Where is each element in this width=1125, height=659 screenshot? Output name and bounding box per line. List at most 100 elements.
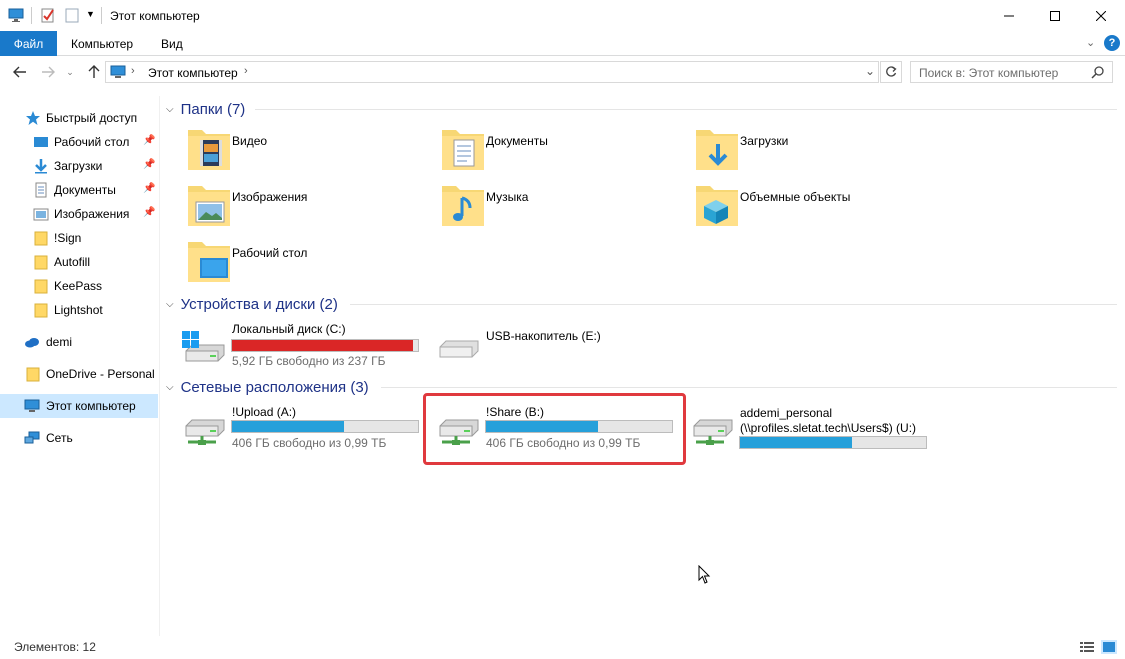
tab-view[interactable]: Вид bbox=[161, 31, 183, 56]
sidebar-item-label: KeePass bbox=[54, 279, 103, 293]
group-header-folders[interactable]: ⌵ Папки (7) bbox=[166, 99, 245, 119]
pin-icon[interactable]: 📌 bbox=[143, 207, 155, 218]
maximize-button[interactable] bbox=[1032, 0, 1078, 31]
drive-usage-bar bbox=[231, 420, 419, 433]
new-folder-icon[interactable] bbox=[64, 7, 80, 23]
sidebar-item-label: demi bbox=[46, 335, 73, 349]
sidebar-item-label: Lightshot bbox=[54, 303, 103, 317]
refresh-icon bbox=[886, 66, 897, 77]
pictures-folder-icon bbox=[188, 186, 230, 226]
sidebar-item-folder[interactable]: Lightshot bbox=[0, 298, 158, 322]
address-dropdown-chevron-icon[interactable]: ⌄ bbox=[865, 64, 875, 78]
sidebar-item-folder[interactable]: KeePass bbox=[0, 274, 158, 298]
sidebar-item-label: Autofill bbox=[54, 255, 91, 269]
drive-free-space: 5,92 ГБ свободно из 237 ГБ bbox=[232, 354, 386, 368]
sidebar-item-quick-access[interactable]: Быстрый доступ bbox=[0, 106, 158, 130]
video-folder-icon bbox=[188, 130, 230, 170]
music-folder-icon bbox=[442, 186, 484, 226]
highlight-annotation bbox=[423, 393, 686, 465]
sidebar-item-pictures[interactable]: Изображения 📌 bbox=[0, 202, 158, 226]
sidebar-item-downloads[interactable]: Загрузки 📌 bbox=[0, 154, 158, 178]
separator bbox=[101, 7, 102, 24]
up-button[interactable] bbox=[84, 62, 104, 82]
close-button[interactable] bbox=[1078, 0, 1124, 31]
folder-item-pictures[interactable]: Изображения bbox=[186, 182, 426, 230]
breadcrumb[interactable]: Этот компьютер bbox=[148, 66, 238, 80]
customize-toolbar-chevron-icon[interactable]: ▼ bbox=[86, 9, 95, 19]
group-header-devices[interactable]: ⌵ Устройства и диски (2) bbox=[166, 294, 338, 314]
chevron-down-icon: ⌵ bbox=[166, 298, 174, 310]
address-bar[interactable]: › Этот компьютер › ⌄ bbox=[105, 61, 879, 83]
sidebar-item-desktop[interactable]: Рабочий стол 📌 bbox=[0, 130, 158, 154]
drive-item-e[interactable]: USB-накопитель (E:) bbox=[434, 321, 679, 369]
folder-item-downloads[interactable]: Загрузки bbox=[694, 126, 934, 174]
network-drive-icon bbox=[185, 419, 225, 445]
sidebar-item-label: Сеть bbox=[46, 431, 73, 445]
status-item-count: Элементов: 12 bbox=[14, 640, 96, 654]
pin-icon[interactable]: 📌 bbox=[143, 159, 155, 170]
group-divider bbox=[381, 387, 1117, 388]
search-input[interactable]: Поиск в: Этот компьютер bbox=[910, 61, 1113, 83]
drive-name: Локальный диск (C:) bbox=[232, 322, 346, 336]
breadcrumb-separator-icon[interactable]: › bbox=[244, 65, 248, 77]
folder-item-videos[interactable]: Видео bbox=[186, 126, 426, 174]
minimize-button[interactable] bbox=[986, 0, 1032, 31]
network-drive-item-a[interactable]: !Upload (A:) 406 ГБ свободно из 0,99 ТБ bbox=[180, 404, 425, 456]
folder-item-documents[interactable]: Документы bbox=[440, 126, 680, 174]
chevron-down-icon: ⌵ bbox=[166, 103, 174, 115]
folder-item-music[interactable]: Музыка bbox=[440, 182, 680, 230]
computer-icon bbox=[8, 8, 24, 22]
details-view-icon[interactable] bbox=[1079, 640, 1095, 654]
navigation-pane: Быстрый доступ Рабочий стол 📌 Загрузки 📌… bbox=[0, 96, 160, 636]
arrow-right-icon bbox=[42, 66, 55, 78]
forward-button[interactable] bbox=[38, 62, 58, 82]
group-header-network[interactable]: ⌵ Сетевые расположения (3) bbox=[166, 377, 369, 397]
back-button[interactable] bbox=[10, 62, 30, 82]
folder-icon bbox=[34, 255, 48, 270]
pin-icon[interactable]: 📌 bbox=[143, 135, 155, 146]
sidebar-item-network[interactable]: Сеть bbox=[0, 426, 158, 450]
group-divider bbox=[350, 304, 1117, 305]
folder-name: Рабочий стол bbox=[232, 246, 308, 260]
folder-name: Загрузки bbox=[740, 134, 789, 148]
search-placeholder: Поиск в: Этот компьютер bbox=[919, 66, 1059, 80]
search-icon[interactable] bbox=[1091, 66, 1104, 79]
sidebar-item-label: Документы bbox=[54, 183, 116, 197]
network-drive-item-u[interactable]: addemi_personal (\\profiles.sletat.tech\… bbox=[688, 404, 1118, 456]
system-drive-icon bbox=[182, 331, 225, 362]
minimize-icon bbox=[1004, 15, 1014, 16]
sidebar-item-folder[interactable]: Autofill bbox=[0, 250, 158, 274]
sidebar-item-this-pc[interactable]: Этот компьютер bbox=[0, 394, 158, 418]
window-title: Этот компьютер bbox=[110, 9, 200, 23]
drive-usage-bar bbox=[739, 436, 927, 449]
drive-name: USB-накопитель (E:) bbox=[486, 329, 601, 343]
network-icon bbox=[24, 431, 40, 444]
computer-icon bbox=[110, 65, 126, 78]
sidebar-item-onedrive[interactable]: OneDrive - Personal bbox=[0, 362, 158, 386]
sidebar-item-documents[interactable]: Документы 📌 bbox=[0, 178, 158, 202]
folder-item-3d-objects[interactable]: Объемные объекты bbox=[694, 182, 934, 230]
drive-usage-fill bbox=[232, 340, 414, 351]
refresh-button[interactable] bbox=[880, 61, 902, 83]
pin-icon[interactable]: 📌 bbox=[143, 183, 155, 194]
cloud-icon bbox=[25, 338, 39, 348]
expand-ribbon-chevron-icon[interactable]: ⌄ bbox=[1086, 36, 1095, 49]
picture-icon bbox=[33, 208, 49, 221]
properties-icon[interactable] bbox=[40, 7, 56, 23]
ribbon-tabs: Файл Компьютер Вид ⌄ ? bbox=[0, 31, 1125, 56]
recent-locations-button[interactable]: ⌄ bbox=[63, 62, 77, 82]
large-icons-view-icon[interactable] bbox=[1101, 640, 1117, 654]
chevron-down-icon: ⌄ bbox=[66, 66, 74, 77]
drive-free-space: 406 ГБ свободно из 0,99 ТБ bbox=[232, 436, 387, 450]
tab-file[interactable]: Файл bbox=[0, 31, 57, 56]
folder-item-desktop[interactable]: Рабочий стол bbox=[186, 238, 426, 286]
help-icon[interactable]: ? bbox=[1104, 35, 1120, 51]
sidebar-item-label: Быстрый доступ bbox=[46, 111, 138, 125]
maximize-icon bbox=[1050, 10, 1060, 21]
sidebar-item-demi[interactable]: demi bbox=[0, 330, 158, 354]
drive-item-c[interactable]: Локальный диск (C:) 5,92 ГБ свободно из … bbox=[180, 321, 425, 369]
title-bar: ▼ Этот компьютер bbox=[0, 0, 1125, 31]
arrow-left-icon bbox=[13, 66, 26, 78]
tab-computer[interactable]: Компьютер bbox=[71, 31, 133, 56]
sidebar-item-folder[interactable]: !Sign bbox=[0, 226, 158, 250]
